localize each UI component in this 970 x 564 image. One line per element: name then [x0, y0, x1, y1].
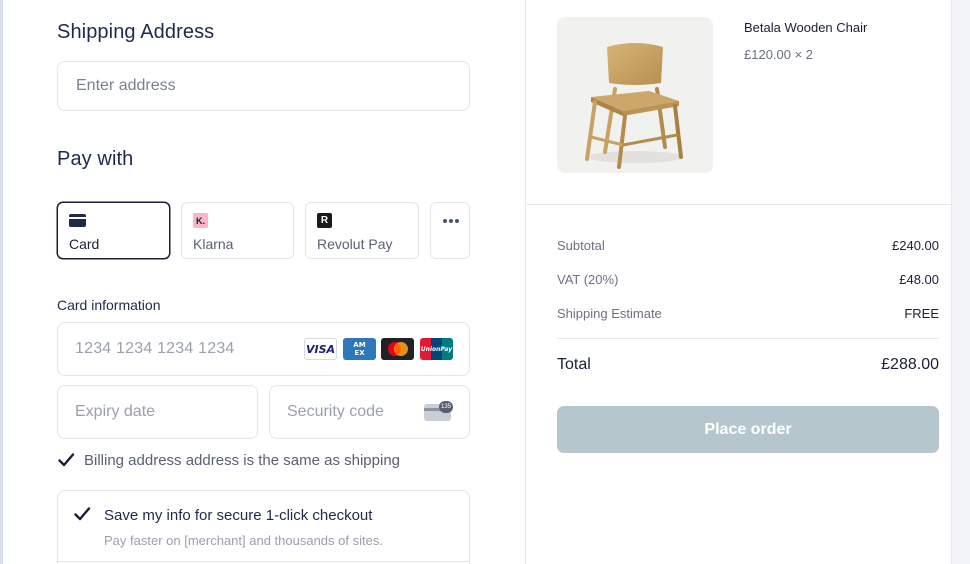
pay-method-klarna[interactable]: K. Klarna [181, 202, 294, 259]
cvc-card-icon: 135 [424, 401, 453, 421]
amex-logo-text: AM EX [353, 341, 366, 357]
total-divider [557, 338, 939, 339]
klarna-icon: K. [193, 213, 208, 228]
pay-method-label: Revolut Pay [317, 236, 393, 252]
unionpay-logo-icon: UnionPay [420, 338, 453, 360]
column-divider [525, 0, 526, 564]
amex-logo-icon: AM EX [343, 338, 376, 360]
wooden-chair-image [585, 43, 683, 169]
vat-value: £48.00 [899, 272, 939, 287]
checkmark-icon [74, 507, 91, 521]
subtotal-value: £240.00 [892, 238, 939, 253]
save-info-checkbox[interactable] [73, 505, 91, 523]
mastercard-logo-icon [381, 338, 414, 360]
save-info-title: Save my info for secure 1-click checkout [104, 507, 373, 524]
address-input[interactable]: Enter address [57, 61, 470, 111]
billing-same-checkbox[interactable] [57, 451, 75, 469]
pay-method-label: Card [69, 236, 100, 252]
save-info-subtitle: Pay faster on [merchant] and thousands o… [104, 533, 383, 548]
save-info-box [57, 490, 470, 564]
window-right-edge [951, 0, 970, 564]
shipping-address-title: Shipping Address [57, 21, 215, 43]
billing-same-label: Billing address address is the same as s… [84, 452, 401, 469]
save-info-divider [57, 561, 470, 562]
visa-logo-icon: VISA [304, 338, 337, 360]
more-payment-methods-button[interactable] [430, 202, 470, 259]
vat-label: VAT (20%) [557, 272, 619, 287]
cvc-badge: 135 [439, 401, 453, 413]
cvc-placeholder: Security code [287, 403, 384, 420]
product-price-quantity: £120.00 × 2 [744, 47, 814, 62]
card-information-label: Card information [57, 297, 161, 313]
address-placeholder: Enter address [76, 77, 176, 94]
summary-top-divider [526, 204, 951, 205]
revolut-icon: R [317, 213, 332, 228]
card-number-placeholder: 1234 1234 1234 1234 [75, 340, 235, 357]
pay-method-card[interactable]: Card [57, 202, 170, 259]
pay-with-title: Pay with [57, 148, 134, 170]
subtotal-row: Subtotal £240.00 [557, 238, 939, 253]
window-left-edge [0, 0, 3, 564]
place-order-button[interactable]: Place order [557, 406, 939, 453]
vat-row: VAT (20%) £48.00 [557, 272, 939, 287]
shipping-estimate-label: Shipping Estimate [557, 306, 662, 321]
product-image [557, 17, 713, 173]
shipping-estimate-value: FREE [904, 306, 939, 321]
mastercard-circles-icon [387, 342, 408, 356]
expiry-date-input[interactable]: Expiry date [57, 385, 258, 439]
product-name: Betala Wooden Chair [744, 20, 868, 35]
expiry-placeholder: Expiry date [75, 403, 156, 420]
total-label: Total [557, 356, 591, 373]
pay-method-revolut[interactable]: R Revolut Pay [305, 202, 419, 259]
more-dots-icon [443, 219, 459, 223]
pay-method-label: Klarna [193, 236, 234, 252]
checkmark-icon [58, 453, 75, 467]
card-icon [69, 214, 86, 227]
subtotal-label: Subtotal [557, 238, 605, 253]
shipping-estimate-row: Shipping Estimate FREE [557, 306, 939, 321]
total-row: Total £288.00 [557, 356, 939, 374]
total-value: £288.00 [881, 356, 939, 373]
